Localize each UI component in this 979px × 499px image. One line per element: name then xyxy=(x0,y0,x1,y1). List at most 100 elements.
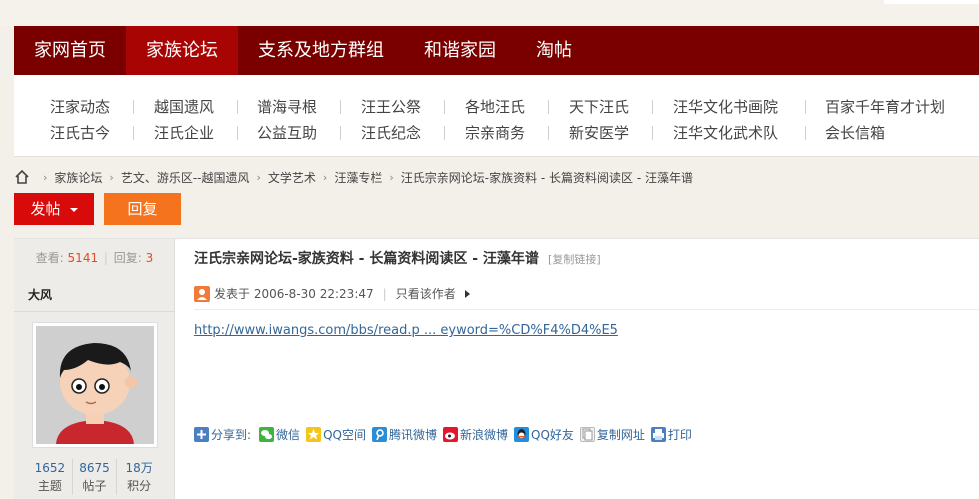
subnav-item[interactable]: 汪氏古今 xyxy=(50,122,110,143)
views-label: 查看: xyxy=(35,251,64,265)
share-tencent-weibo[interactable]: 腾讯微博 xyxy=(371,426,437,443)
header: 家网首页 家族论坛 支系及地方群组 和谐家园 淘帖 汪家动态 越国遗风 谱海寻根… xyxy=(14,26,979,157)
only-author-link[interactable]: 只看该作者 xyxy=(396,285,456,302)
stat-value: 18万 xyxy=(125,461,153,475)
views-count: 5141 xyxy=(67,251,99,265)
thread-title: 汪氏宗亲网论坛-家族资料 - 长篇资料阅读区 - 汪藻年谱 xyxy=(194,251,539,267)
subnav-item[interactable]: 汪氏纪念 xyxy=(361,122,421,143)
share-item-label: QQ好友 xyxy=(531,428,574,442)
stat-value: 1652 xyxy=(34,461,66,475)
breadcrumb-item[interactable]: 艺文、游乐区--越国遗风 xyxy=(121,169,250,186)
subnav-item[interactable]: 汪氏企业 xyxy=(154,122,214,143)
divider xyxy=(237,100,238,114)
subnav-item[interactable]: 汪华文化书画院 xyxy=(673,96,778,117)
stat-posts[interactable]: 8675 帖子 xyxy=(73,459,118,495)
nav-forum[interactable]: 家族论坛 xyxy=(126,26,238,75)
author-name[interactable]: 大风 xyxy=(28,286,52,303)
divider xyxy=(237,126,238,140)
subnav-item[interactable]: 宗亲商务 xyxy=(465,122,525,143)
play-icon xyxy=(464,289,470,298)
divider xyxy=(133,126,134,140)
nav-homeland[interactable]: 和谐家园 xyxy=(404,26,516,75)
avatar[interactable] xyxy=(32,322,158,448)
share-item-label: 复制网址 xyxy=(596,428,645,442)
share-wechat[interactable]: 微信 xyxy=(259,426,300,443)
author-stats: 1652 主题 8675 帖子 18万 积分 xyxy=(28,459,161,495)
tencent-weibo-icon xyxy=(371,427,387,442)
subnav-item[interactable]: 公益互助 xyxy=(257,122,317,143)
subnav-item[interactable]: 新安医学 xyxy=(569,122,629,143)
subnav-item[interactable]: 天下汪氏 xyxy=(569,96,629,117)
share-qzone[interactable]: QQ空间 xyxy=(306,426,366,443)
subnav-item[interactable]: 各地汪氏 xyxy=(465,96,525,117)
chevron-right-icon: › xyxy=(256,170,261,184)
copy-icon xyxy=(579,427,595,442)
subnav-item[interactable]: 谱海寻根 xyxy=(257,96,317,117)
stat-label: 主题 xyxy=(37,479,62,493)
share-item-label: 微信 xyxy=(276,428,301,442)
share-bar: 分享到: 微信 QQ空间 腾讯微博 新浪微博 QQ好友 复制网址 打印 xyxy=(194,426,698,443)
divider xyxy=(652,126,653,140)
post-container: 查看: 5141 | 回复: 3 大风 1652 主题 8675 帖子 18万 … xyxy=(14,238,979,499)
new-post-label: 发帖 xyxy=(30,200,61,218)
thread-stats: 查看: 5141 | 回复: 3 xyxy=(14,249,175,266)
divider xyxy=(340,100,341,114)
nav-groups[interactable]: 支系及地方群组 xyxy=(238,26,404,75)
post-link[interactable]: http://www.iwangs.com/bbs/read.p ... eyw… xyxy=(194,323,618,338)
main-nav: 家网首页 家族论坛 支系及地方群组 和谐家园 淘帖 xyxy=(14,26,979,75)
share-qq[interactable]: QQ好友 xyxy=(514,426,574,443)
divider xyxy=(805,126,806,140)
post-date: 发表于 2006-8-30 22:23:47 xyxy=(214,287,374,301)
subnav-item[interactable]: 汪家动态 xyxy=(50,96,110,117)
home-icon[interactable] xyxy=(14,169,30,185)
new-post-button[interactable]: 发帖 xyxy=(14,193,94,225)
nav-collections[interactable]: 淘帖 xyxy=(516,26,592,75)
breadcrumb: › 家族论坛 › 艺文、游乐区--越国遗风 › 文学艺术 › 汪藻专栏 › 汪氏… xyxy=(14,166,693,188)
subnav-item[interactable]: 汪王公祭 xyxy=(361,96,421,117)
reply-label: 回复 xyxy=(127,200,158,218)
divider xyxy=(340,126,341,140)
divider xyxy=(194,309,979,310)
divider xyxy=(805,100,806,114)
caret-down-icon xyxy=(69,207,78,212)
copy-link[interactable]: [复制链接] xyxy=(548,253,601,266)
breadcrumb-item[interactable]: 文学艺术 xyxy=(268,169,316,186)
share-label: 分享到: xyxy=(211,428,252,442)
stat-label: 积分 xyxy=(127,479,152,493)
share-copy-url[interactable]: 复制网址 xyxy=(579,426,645,443)
post-header: 汪氏宗亲网论坛-家族资料 - 长篇资料阅读区 - 汪藻年谱 [复制链接] xyxy=(194,248,601,268)
subnav-item[interactable]: 越国遗风 xyxy=(154,96,214,117)
share-sina-weibo[interactable]: 新浪微博 xyxy=(442,426,508,443)
chevron-right-icon: › xyxy=(109,170,114,184)
chevron-right-icon: › xyxy=(43,170,48,184)
divider xyxy=(444,126,445,140)
share-item-label: 打印 xyxy=(667,428,692,442)
subnav-item[interactable]: 会长信箱 xyxy=(825,122,885,143)
subnav-item[interactable]: 百家千年育才计划 xyxy=(825,96,945,117)
reply-button[interactable]: 回复 xyxy=(104,193,181,225)
replies-label: 回复: xyxy=(113,251,142,265)
breadcrumb-item[interactable]: 汪氏宗亲网论坛-家族资料 - 长篇资料阅读区 - 汪藻年谱 xyxy=(401,169,693,186)
nav-home[interactable]: 家网首页 xyxy=(14,26,126,75)
share-item-label: QQ空间 xyxy=(323,428,366,442)
divider xyxy=(14,311,175,312)
divider: | xyxy=(103,251,108,265)
sub-nav: 汪家动态 越国遗风 谱海寻根 汪王公祭 各地汪氏 天下汪氏 汪华文化书画院 百家… xyxy=(14,75,979,157)
share-print[interactable]: 打印 xyxy=(650,426,692,443)
qzone-icon xyxy=(306,427,322,442)
breadcrumb-item[interactable]: 汪藻专栏 xyxy=(334,169,382,186)
share-item-label: 腾讯微博 xyxy=(388,428,437,442)
divider xyxy=(652,100,653,114)
stat-topics[interactable]: 1652 主题 xyxy=(28,459,73,495)
divider xyxy=(548,126,549,140)
post-meta: 发表于 2006-8-30 22:23:47 | 只看该作者 xyxy=(194,285,470,302)
share-item-label: 新浪微博 xyxy=(459,428,508,442)
divider: | xyxy=(382,286,387,301)
author-sidebar: 查看: 5141 | 回复: 3 大风 1652 主题 8675 帖子 18万 … xyxy=(14,239,175,499)
sina-weibo-icon xyxy=(442,427,458,442)
search-box[interactable] xyxy=(884,0,979,4)
subnav-item[interactable]: 汪华文化武术队 xyxy=(673,122,778,143)
stat-points[interactable]: 18万 积分 xyxy=(117,459,161,495)
wechat-icon xyxy=(259,427,275,442)
breadcrumb-item[interactable]: 家族论坛 xyxy=(54,169,102,186)
